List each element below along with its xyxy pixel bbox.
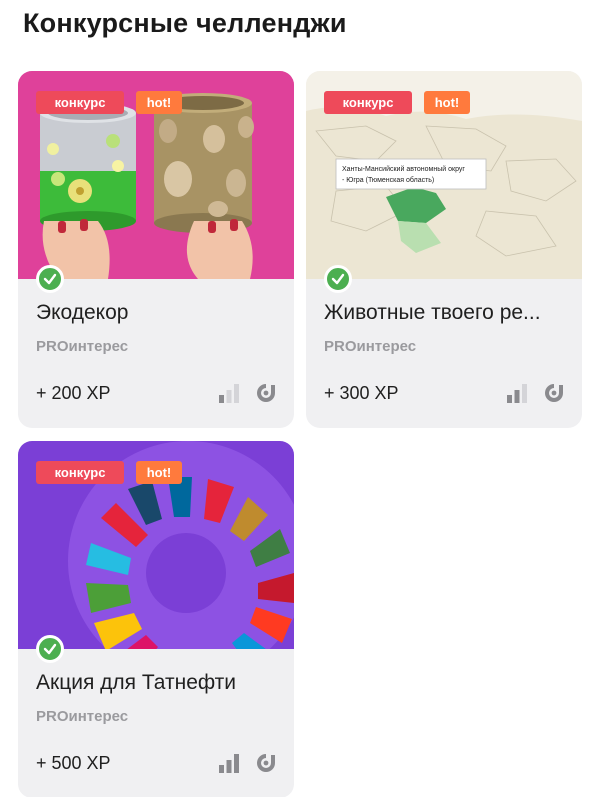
card-author: PROинтерес	[36, 338, 129, 355]
tag-hot: hot!	[136, 461, 182, 484]
difficulty-bars-icon	[219, 384, 239, 403]
tag-contest: конкурс	[324, 91, 412, 114]
card-title: Животные твоего ре...	[324, 301, 541, 324]
card-xp-reward: + 300 XP	[324, 383, 399, 403]
card-title: Экодекор	[36, 301, 129, 324]
card-xp-reward: + 500 XP	[36, 753, 111, 773]
check-icon	[324, 265, 352, 293]
difficulty-bars-icon	[219, 754, 239, 773]
tag-contest: конкурс	[36, 91, 124, 114]
card-author: PROинтерес	[36, 708, 129, 725]
svg-text:- Югра (Тюменская область): - Югра (Тюменская область)	[342, 176, 434, 184]
tag-hot: hot!	[136, 91, 182, 114]
tag-contest: конкурс	[36, 461, 124, 484]
challenge-card-ecodecor[interactable]: конкурс hot! Экодекор PROинтерес + 200 X…	[18, 71, 294, 428]
card-author: PROинтерес	[324, 338, 417, 355]
page-title: Конкурсные челленджи	[23, 8, 347, 38]
challenge-card-animals[interactable]: Ханты-Мансийский автономный округ - Югра…	[306, 71, 582, 428]
brand-logo-icon	[257, 754, 275, 772]
difficulty-bars-icon	[507, 384, 527, 403]
check-icon	[36, 265, 64, 293]
brand-logo-icon	[257, 384, 275, 402]
challenge-card-tatneft[interactable]: конкурс hot! Акция для Татнефти PROинтер…	[18, 441, 294, 797]
card-xp-reward: + 200 XP	[36, 383, 111, 403]
tag-hot: hot!	[424, 91, 470, 114]
check-icon	[36, 635, 64, 663]
brand-logo-icon	[545, 384, 563, 402]
card-title: Акция для Татнефти	[36, 671, 237, 694]
svg-text:Ханты-Мансийский автономный ок: Ханты-Мансийский автономный округ	[342, 165, 465, 173]
